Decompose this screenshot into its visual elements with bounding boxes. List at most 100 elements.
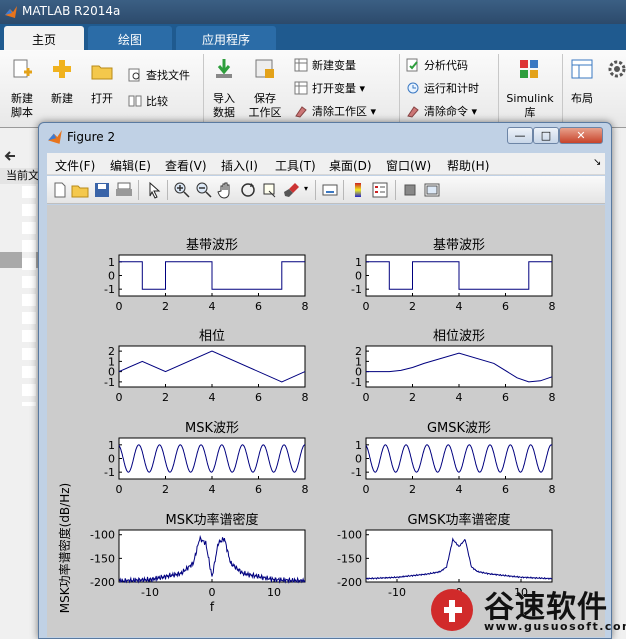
pan-hand-icon[interactable] [217,181,235,199]
y-tick-label: 0 [108,453,115,466]
open-variable-dropdown-icon[interactable]: ▾ [356,82,365,95]
subplot-5: MSK波形0 2 4 6 8-101 [104,421,308,496]
rotate-3d-icon[interactable] [239,181,257,199]
menu-insert[interactable]: 插入(I) [221,157,258,174]
subplot-title: MSK波形 [185,421,239,436]
figure-canvas[interactable]: 基带波形 0 2 4 6 8 -1 0 1 基带波形 0 2 4 6 8 -1 0 1 相位 0 2 4 6 8 -1 0 1 2 相位… [47,205,605,637]
subplot-title: GMSK波形 [427,421,491,436]
hide-plot-tools-icon[interactable] [401,181,419,199]
figure-title: Figure 2 [67,130,116,144]
clear-commands-dropdown-icon[interactable]: ▾ [468,105,477,118]
import-data-button[interactable]: 导入 数据 [206,92,242,120]
tab-apps[interactable]: 应用程序 [176,26,276,50]
menu-view[interactable]: 查看(V) [165,157,207,174]
analyze-code-icon [406,58,418,72]
brush-dropdown-icon[interactable]: ▾ [304,184,308,193]
back-arrow-icon[interactable] [3,149,17,163]
new-script-button[interactable]: 新建 脚本 [4,92,40,120]
menu-edit[interactable]: 编辑(E) [110,157,151,174]
save-workspace-button[interactable]: 保存 工作区 [246,92,284,120]
menu-help[interactable]: 帮助(H) [447,157,489,174]
x-tick-label: 0 [363,483,370,496]
y-tick-label: -1 [351,466,362,479]
legend-icon[interactable] [371,181,389,199]
ribbon: 新建 脚本 新建 打开 查找文件 比较 导入 数据 保存 工作区 新建变量 打开… [0,50,626,128]
new-variable-button[interactable]: 新建变量 [294,58,356,74]
file-list[interactable] [22,186,36,406]
close-button[interactable]: ✕ [559,127,603,144]
menu-window[interactable]: 窗口(W) [386,157,431,174]
layout-icon [571,59,593,79]
menu-desktop[interactable]: 桌面(D) [329,157,372,174]
x-tick-label: 6 [255,483,262,496]
app-title: MATLAB R2014a [22,4,121,18]
menu-file[interactable]: 文件(F) [55,157,95,174]
y-tick-label: 2 [108,345,115,358]
x-tick-label: 0 [363,300,370,313]
clear-commands-button[interactable]: 清除命令 ▾ [406,104,477,120]
subplot-title: GMSK功率谱密度 [407,512,510,528]
x-tick-label: 2 [409,300,416,313]
new-variable-label: 新建变量 [312,59,356,72]
zoom-in-icon[interactable] [173,181,191,199]
compare-icon [128,95,142,107]
ribbon-separator [498,54,499,124]
x-tick-label: -10 [141,586,159,599]
show-plot-tools-icon[interactable] [423,181,441,199]
figure-title-bar[interactable]: Figure 2 — □ ✕ [39,123,611,151]
current-folder-header: 当前文 [0,168,40,184]
open-button[interactable]: 打开 [84,92,120,106]
zoom-out-icon[interactable] [195,181,213,199]
run-and-time-button[interactable]: 运行和计时 [406,81,479,97]
ribbon-separator [203,54,204,124]
maximize-button[interactable]: □ [533,127,559,144]
menu-tools[interactable]: 工具(T) [275,157,316,174]
compare-button[interactable]: 比较 [128,94,168,110]
subplot-7: MSK功率谱密度-10 0 10-200-150-100fMSK功率谱密度(dB/H… [57,483,306,614]
subplot-2: 基带波形0 2 4 6 8-101 [351,238,555,313]
tab-plots[interactable]: 绘图 [88,26,172,50]
menu-dock-arrow-icon[interactable]: ↘ [593,157,601,168]
y-tick-label: -1 [104,283,115,296]
new-button[interactable]: 新建 [44,92,80,106]
data-cursor-icon[interactable] [261,181,279,199]
clear-workspace-dropdown-icon[interactable]: ▾ [367,105,376,118]
y-tick-label: 0 [355,453,362,466]
open-file-icon[interactable] [71,181,89,199]
subplot-grid[interactable]: 基带波形0 2 4 6 8-101基带波形0 2 4 6 8-101相位0 2 4 6 8-1012相位… [47,205,605,637]
x-tick-label: 8 [302,300,309,313]
toolbar-separator [138,180,139,200]
plot-area [365,345,553,388]
y-tick-label: -100 [337,529,362,542]
print-figure-icon[interactable] [115,181,133,199]
plot-area [365,437,553,480]
watermark-url: www.gusuosoft.com [484,620,626,633]
analyze-code-label: 分析代码 [424,59,468,72]
layout-button[interactable]: 布局 [564,92,600,106]
find-files-button[interactable]: 查找文件 [128,68,190,84]
y-tick-label: -100 [90,529,115,542]
x-tick-label: -10 [388,586,406,599]
x-axis-label: f [210,600,215,614]
tab-home[interactable]: 主页 [4,26,84,50]
preferences-gear-icon[interactable] [606,58,626,80]
analyze-code-button[interactable]: 分析代码 [406,58,468,74]
edit-plot-arrow-icon[interactable] [145,181,163,199]
simulink-library-button[interactable]: Simulink 库 [504,92,556,120]
x-tick-label: 6 [255,391,262,404]
find-files-icon [128,68,140,82]
y-tick-label: 1 [355,256,362,269]
x-tick-label: 8 [549,391,556,404]
open-variable-button[interactable]: 打开变量 ▾ [294,81,365,97]
colorbar-icon[interactable] [349,181,367,199]
new-figure-icon[interactable] [51,181,69,199]
clear-workspace-icon [295,106,307,118]
minimize-button[interactable]: — [507,127,533,144]
clear-workspace-button[interactable]: 清除工作区 ▾ [294,104,376,120]
y-tick-label: -150 [90,552,115,565]
figure-matlab-icon [48,130,62,144]
link-plot-icon[interactable] [321,181,339,199]
brush-icon[interactable] [283,181,301,199]
save-figure-icon[interactable] [93,181,111,199]
subplot-1: 基带波形0 2 4 6 8-101 [104,238,308,313]
